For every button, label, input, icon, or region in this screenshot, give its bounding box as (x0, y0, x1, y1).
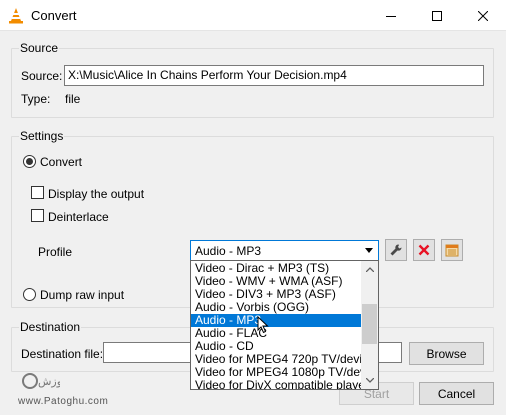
cancel-button[interactable]: Cancel (419, 382, 494, 405)
minimize-button[interactable] (368, 0, 414, 31)
maximize-button[interactable] (414, 0, 460, 31)
vlc-cone-icon (8, 7, 24, 24)
profile-label: Profile (38, 245, 73, 259)
delete-profile-button[interactable] (413, 239, 435, 261)
edit-profile-button[interactable] (385, 239, 407, 261)
scroll-up-button[interactable] (361, 261, 378, 278)
browse-button-label: Browse (426, 346, 467, 361)
source-group-label: Source (19, 41, 60, 55)
destination-file-label: Destination file: (21, 347, 104, 361)
logo-text: آموزش (38, 374, 60, 388)
source-label: Source: (21, 69, 63, 83)
cancel-button-label: Cancel (437, 386, 476, 401)
deinterlace-label[interactable]: Deinterlace (48, 210, 109, 224)
chevron-up-icon (365, 267, 374, 272)
maximize-icon (432, 10, 442, 21)
display-output-checkbox[interactable] (31, 186, 44, 199)
dropdown-scrollbar[interactable] (361, 261, 378, 389)
display-output-label[interactable]: Display the output (48, 187, 144, 201)
profile-select[interactable]: Audio - MP3 (190, 240, 379, 261)
profile-select-value: Audio - MP3 (195, 244, 262, 258)
type-label: Type: (21, 92, 51, 106)
settings-group-label: Settings (19, 129, 65, 143)
new-profile-icon (445, 244, 459, 257)
wrench-icon (390, 244, 402, 256)
mouse-cursor-icon (257, 315, 269, 337)
scroll-down-button[interactable] (361, 372, 378, 389)
convert-label[interactable]: Convert (40, 155, 82, 169)
dump-raw-label[interactable]: Dump raw input (40, 288, 124, 302)
radio-selected-dot (26, 158, 33, 165)
profile-dropdown-list[interactable]: Video - Dirac + MP3 (TS) Video - WMV + W… (190, 260, 379, 390)
close-icon (478, 10, 488, 21)
type-value: file (65, 92, 81, 106)
destination-group-label: Destination (19, 320, 82, 334)
watermark-site: www.Patoghu.com (18, 396, 109, 407)
new-profile-button[interactable] (441, 239, 463, 261)
delete-icon (418, 244, 430, 256)
source-path-field[interactable]: X:\Music\Alice In Chains Perform Your De… (64, 65, 484, 86)
chevron-down-icon (365, 378, 374, 383)
window-title: Convert (31, 8, 77, 23)
patoghu-logo: آموزش (20, 368, 72, 397)
title-bar: Convert (0, 0, 506, 31)
browse-button[interactable]: Browse (409, 342, 484, 365)
scrollbar-thumb[interactable] (362, 304, 377, 344)
chevron-down-icon (365, 248, 373, 253)
dump-raw-radio[interactable] (23, 288, 36, 301)
dropdown-option[interactable]: Video for DivX compatible player (191, 379, 369, 390)
close-button[interactable] (460, 0, 506, 31)
deinterlace-checkbox[interactable] (31, 209, 44, 222)
minimize-icon (386, 15, 396, 17)
convert-radio[interactable] (23, 155, 36, 168)
